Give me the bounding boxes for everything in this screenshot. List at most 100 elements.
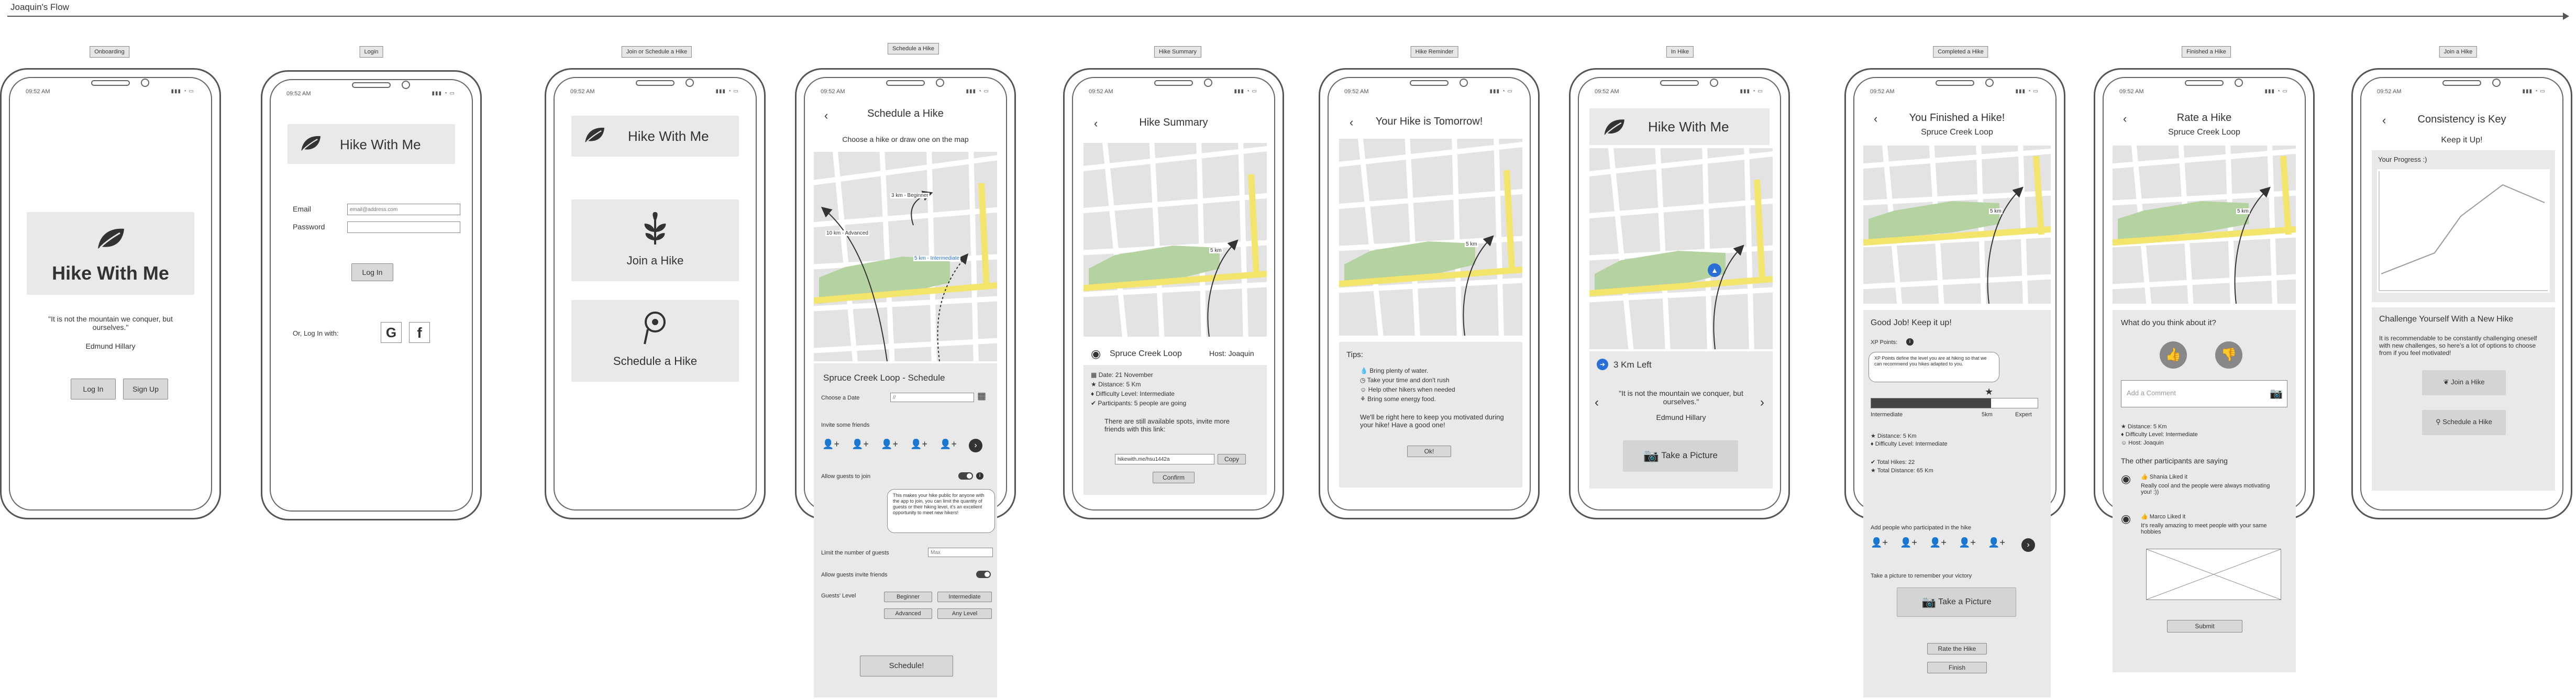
login-button[interactable]: Log In: [351, 263, 393, 281]
camera-icon[interactable]: 📷: [2270, 387, 2283, 400]
take-picture-button[interactable]: 📷 Take a Picture: [1897, 587, 2016, 617]
leaf-icon: [1604, 119, 1624, 135]
flow-title: Joaquin's Flow: [10, 2, 69, 12]
level-advanced-button[interactable]: Advanced: [884, 608, 932, 619]
map-view[interactable]: 3 km - Beginner 10 km - Advanced 5 km - …: [814, 152, 997, 361]
add-friend-icon[interactable]: 👤+: [939, 439, 957, 450]
km-left: 3 Km Left: [1613, 360, 1652, 370]
signal-icon: ▮▮▮ ◔ ▭: [171, 88, 194, 94]
difficulty-text: Difficulty Level: Intermediate: [2125, 431, 2198, 438]
email-field[interactable]: [347, 204, 460, 215]
comment-input[interactable]: Add a Comment 📷: [2121, 380, 2287, 407]
map-view[interactable]: 5 km: [2113, 146, 2296, 304]
allow-guests-toggle[interactable]: [958, 472, 973, 480]
add-friend-icon[interactable]: 👤+: [1900, 537, 1917, 548]
info-icon[interactable]: i: [1906, 338, 1914, 346]
level-any-button[interactable]: Any Level: [937, 608, 992, 619]
ok-button[interactable]: Ok!: [1407, 446, 1451, 457]
schedule-form: Spruce Creek Loop - Schedule Choose a Da…: [814, 363, 997, 697]
add-friend-icon[interactable]: 👤+: [881, 439, 898, 450]
next-arrow-icon[interactable]: ›: [1760, 395, 1764, 410]
direction-icon: ➔: [1597, 359, 1608, 370]
copy-button[interactable]: Copy: [1218, 454, 1246, 464]
add-friend-icon[interactable]: 👤+: [822, 439, 839, 450]
thumbs-down-icon[interactable]: 👎: [2215, 341, 2242, 369]
participants-text: Participants: 5 people are going: [1098, 400, 1187, 407]
allow-invite-toggle[interactable]: [976, 571, 991, 578]
subtitle: Choose a hike or draw one on the map: [842, 135, 969, 143]
calendar-icon[interactable]: ▦: [977, 391, 986, 402]
finish-button[interactable]: Finish: [1927, 662, 1987, 673]
schedule-submit-button[interactable]: Schedule!: [860, 656, 953, 676]
status-time: 09:52 AM: [1870, 88, 1895, 95]
map-distance-label: 5 km: [1209, 248, 1223, 253]
map-view[interactable]: 5 km: [1863, 146, 2051, 304]
water-icon: 💧: [1360, 367, 1368, 374]
signup-button[interactable]: Sign Up: [123, 379, 168, 400]
challenge-panel: Challenge Yourself With a New Hike It is…: [2372, 307, 2555, 491]
status-time: 09:52 AM: [1089, 88, 1113, 95]
challenge-title: Challenge Yourself With a New Hike: [2379, 315, 2514, 324]
photo-placeholder: [2146, 549, 2281, 600]
invite-link-field[interactable]: [1115, 454, 1214, 464]
limit-guests-input[interactable]: [928, 548, 993, 557]
signal-icon: ▮▮▮ ◔ ▭: [715, 88, 739, 94]
add-friend-icon[interactable]: 👤+: [1929, 537, 1947, 548]
add-friend-icon[interactable]: 👤+: [852, 439, 869, 450]
status-time: 09:52 AM: [1595, 88, 1619, 95]
host-icon: ☺: [2121, 440, 2127, 446]
add-friend-icon[interactable]: 👤+: [1988, 537, 2005, 548]
confirm-button[interactable]: Confirm: [1153, 472, 1195, 483]
signal-icon: ▮▮▮ ◔ ▭: [1740, 88, 1763, 94]
date-input[interactable]: [890, 393, 974, 402]
app-name: Hike With Me: [340, 137, 421, 152]
phone-summary: 09:52 AM ▮▮▮ ◔ ▭ ‹ Hike Summary 5 km ◉ S…: [1063, 68, 1284, 519]
results-panel: Good Job! Keep it up! XP Points: i XP Po…: [1863, 310, 2051, 697]
level-beginner-button[interactable]: Beginner: [884, 592, 932, 602]
add-friend-icon[interactable]: 👤+: [910, 439, 927, 450]
page-title: Schedule a Hike: [867, 108, 944, 119]
signal-icon: ▮▮▮ ◔ ▭: [2015, 88, 2039, 94]
password-label: Password: [293, 223, 325, 231]
add-friend-icon[interactable]: 👤+: [1871, 537, 1888, 548]
more-arrow-icon[interactable]: ›: [2021, 538, 2035, 552]
logo-panel: Hike With Me: [27, 212, 194, 295]
schedule-hike-button[interactable]: Schedule a Hike: [571, 300, 739, 382]
password-field[interactable]: [347, 221, 460, 233]
route-intermediate-label: 5 km - Intermediate: [913, 256, 961, 261]
map-view[interactable]: 5 km: [1084, 143, 1267, 337]
schedule-hike-button[interactable]: ⚲ Schedule a Hike: [2422, 410, 2506, 435]
join-hike-button[interactable]: ❦ Join a Hike: [2422, 370, 2506, 395]
map-view[interactable]: 5 km: [1339, 139, 1522, 336]
more-arrow-icon[interactable]: ›: [969, 439, 982, 452]
login-button[interactable]: Log In: [71, 379, 116, 400]
take-picture-button[interactable]: 📷 Take a Picture: [1623, 440, 1738, 472]
facebook-icon[interactable]: f: [409, 322, 430, 343]
hike-name: Spruce Creek Loop: [1110, 349, 1182, 358]
invite-friends-label: Invite some friends: [821, 422, 870, 428]
map-view[interactable]: ▲: [1589, 148, 1773, 349]
distance-text: Distance: 5 Km: [1877, 433, 1917, 439]
info-icon[interactable]: i: [976, 472, 983, 480]
add-friend-icon[interactable]: 👤+: [1959, 537, 1976, 548]
label-completed: Completed a Hike: [1933, 46, 1988, 58]
thumbs-up-icon[interactable]: 👍: [2160, 341, 2187, 369]
page-title: You Finished a Hike!: [1909, 112, 2005, 124]
total-distance-text: Total Distance: 65 Km: [1877, 468, 1933, 474]
join-hike-button[interactable]: Join a Hike: [571, 199, 739, 281]
signal-icon: ▮▮▮ ◔ ▭: [2264, 88, 2288, 94]
level-intermediate-button[interactable]: Intermediate: [937, 592, 992, 602]
google-icon[interactable]: G: [381, 322, 402, 343]
status-time: 09:52 AM: [286, 91, 311, 97]
signal-icon: ▮▮▮ ◔ ▭: [1234, 88, 1257, 94]
prev-arrow-icon[interactable]: ‹: [1595, 395, 1599, 410]
progress-label: Your Progress :): [2378, 156, 2427, 163]
header-panel: Hike With Me: [571, 116, 739, 157]
submit-button[interactable]: Submit: [2167, 620, 2242, 633]
flow-arrow: [7, 13, 2569, 20]
distance-text: Distance: 5 Km: [1098, 381, 1141, 388]
phone-reminder: 09:52 AM ▮▮▮ ◔ ▭ ‹ Your Hike is Tomorrow…: [1319, 68, 1540, 519]
food-icon: ⚘: [1360, 395, 1366, 403]
label-join-schedule: Join or Schedule a Hike: [621, 46, 692, 58]
rate-hike-button[interactable]: Rate the Hike: [1927, 643, 1987, 654]
